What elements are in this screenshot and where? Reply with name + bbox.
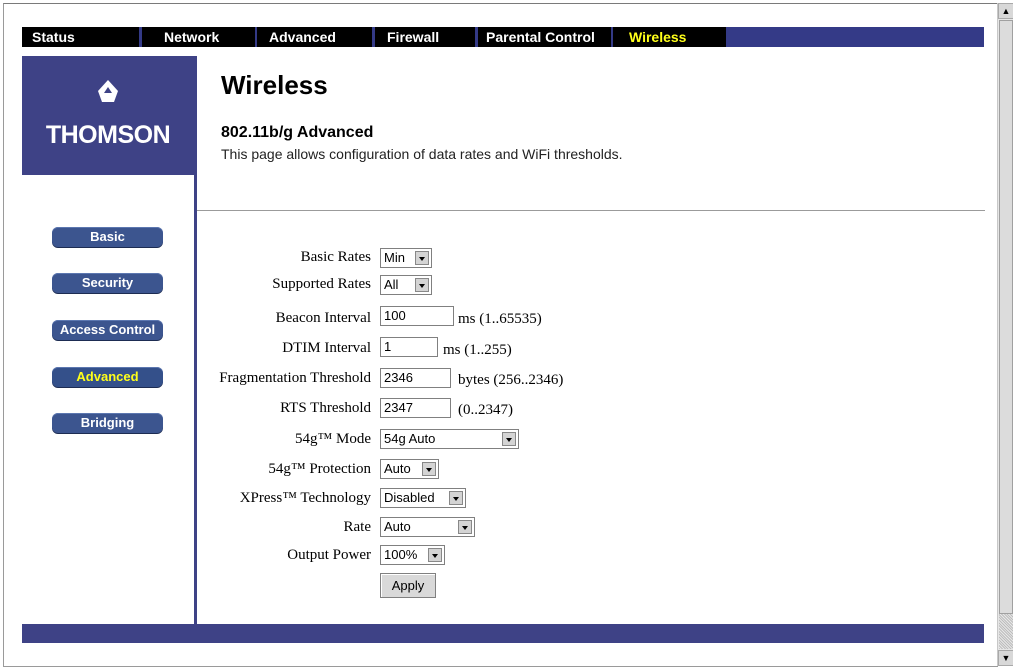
dropdown-arrow-icon xyxy=(415,278,429,292)
output-power-select[interactable]: 100% xyxy=(380,545,445,565)
sidebar-item-bridging[interactable]: Bridging xyxy=(52,413,163,433)
rate-select[interactable]: Auto xyxy=(380,517,475,537)
tab-wireless[interactable]: Wireless xyxy=(613,27,726,47)
dtim-interval-label: DTIM Interval xyxy=(282,340,371,356)
section-title: 802.11b/g Advanced xyxy=(221,124,374,141)
scroll-down-icon[interactable]: ▼ xyxy=(998,650,1013,666)
sidebar-divider xyxy=(194,56,197,624)
xpress-select[interactable]: Disabled xyxy=(380,488,466,508)
basic-rates-value: Min xyxy=(384,250,405,265)
dropdown-arrow-icon xyxy=(458,520,472,534)
rate-label: Rate xyxy=(343,519,372,535)
section-description: This page allows configuration of data r… xyxy=(221,146,623,162)
output-power-value: 100% xyxy=(384,547,418,562)
brand-name: THOMSON xyxy=(45,121,171,149)
rts-threshold-input[interactable]: 2347 xyxy=(380,398,451,418)
top-nav-bar: Status Network Advanced Firewall Parenta… xyxy=(22,27,984,47)
protection-54g-label: 54g™ Protection xyxy=(268,461,371,477)
supported-rates-select[interactable]: All xyxy=(380,275,432,295)
fragmentation-threshold-label: Fragmentation Threshold xyxy=(219,370,371,386)
thomson-logo-icon xyxy=(98,80,118,102)
scroll-up-icon[interactable]: ▲ xyxy=(998,3,1013,19)
tab-parental-control[interactable]: Parental Control xyxy=(478,27,611,47)
mode-54g-value: 54g Auto xyxy=(384,431,436,446)
vertical-scrollbar[interactable]: ▲ ▼ xyxy=(997,3,1013,666)
sidebar-item-security[interactable]: Security xyxy=(52,273,163,293)
beacon-interval-label: Beacon Interval xyxy=(275,310,371,326)
apply-button[interactable]: Apply xyxy=(380,573,436,598)
xpress-value: Disabled xyxy=(384,490,435,505)
output-power-label: Output Power xyxy=(287,547,371,563)
page-title: Wireless xyxy=(221,70,328,100)
dropdown-arrow-icon xyxy=(428,548,442,562)
dropdown-arrow-icon xyxy=(415,251,429,265)
dropdown-arrow-icon xyxy=(502,432,516,446)
rts-threshold-unit: (0..2347) xyxy=(458,402,513,418)
supported-rates-label: Supported Rates xyxy=(272,276,371,292)
mode-54g-select[interactable]: 54g Auto xyxy=(380,429,519,449)
supported-rates-value: All xyxy=(384,277,399,292)
protection-54g-value: Auto xyxy=(384,461,411,476)
tab-firewall[interactable]: Firewall xyxy=(375,27,475,47)
beacon-interval-input[interactable]: 100 xyxy=(380,306,454,326)
fragmentation-threshold-unit: bytes (256..2346) xyxy=(458,372,564,388)
sidebar-item-advanced[interactable]: Advanced xyxy=(52,367,163,387)
dropdown-arrow-icon xyxy=(422,462,436,476)
tab-advanced[interactable]: Advanced xyxy=(257,27,372,47)
rate-value: Auto xyxy=(384,519,411,534)
sidebar-item-basic[interactable]: Basic xyxy=(52,227,163,247)
tab-status[interactable]: Status xyxy=(22,27,139,47)
dropdown-arrow-icon xyxy=(449,491,463,505)
brand-logo: THOMSON xyxy=(22,56,194,175)
sidebar-item-access-control[interactable]: Access Control xyxy=(52,320,163,340)
beacon-interval-unit: ms (1..65535) xyxy=(458,311,542,327)
xpress-label: XPress™ Technology xyxy=(239,490,371,506)
basic-rates-select[interactable]: Min xyxy=(380,248,432,268)
rts-threshold-label: RTS Threshold xyxy=(280,400,371,416)
scrollbar-thumb[interactable] xyxy=(999,20,1013,614)
tab-network[interactable]: Network xyxy=(142,27,255,47)
protection-54g-select[interactable]: Auto xyxy=(380,459,439,479)
basic-rates-label: Basic Rates xyxy=(300,249,371,265)
header-divider xyxy=(197,210,985,211)
dtim-interval-unit: ms (1..255) xyxy=(443,342,512,358)
dtim-interval-input[interactable]: 1 xyxy=(380,337,438,357)
fragmentation-threshold-input[interactable]: 2346 xyxy=(380,368,451,388)
mode-54g-label: 54g™ Mode xyxy=(295,431,371,447)
footer-bar xyxy=(22,624,984,643)
